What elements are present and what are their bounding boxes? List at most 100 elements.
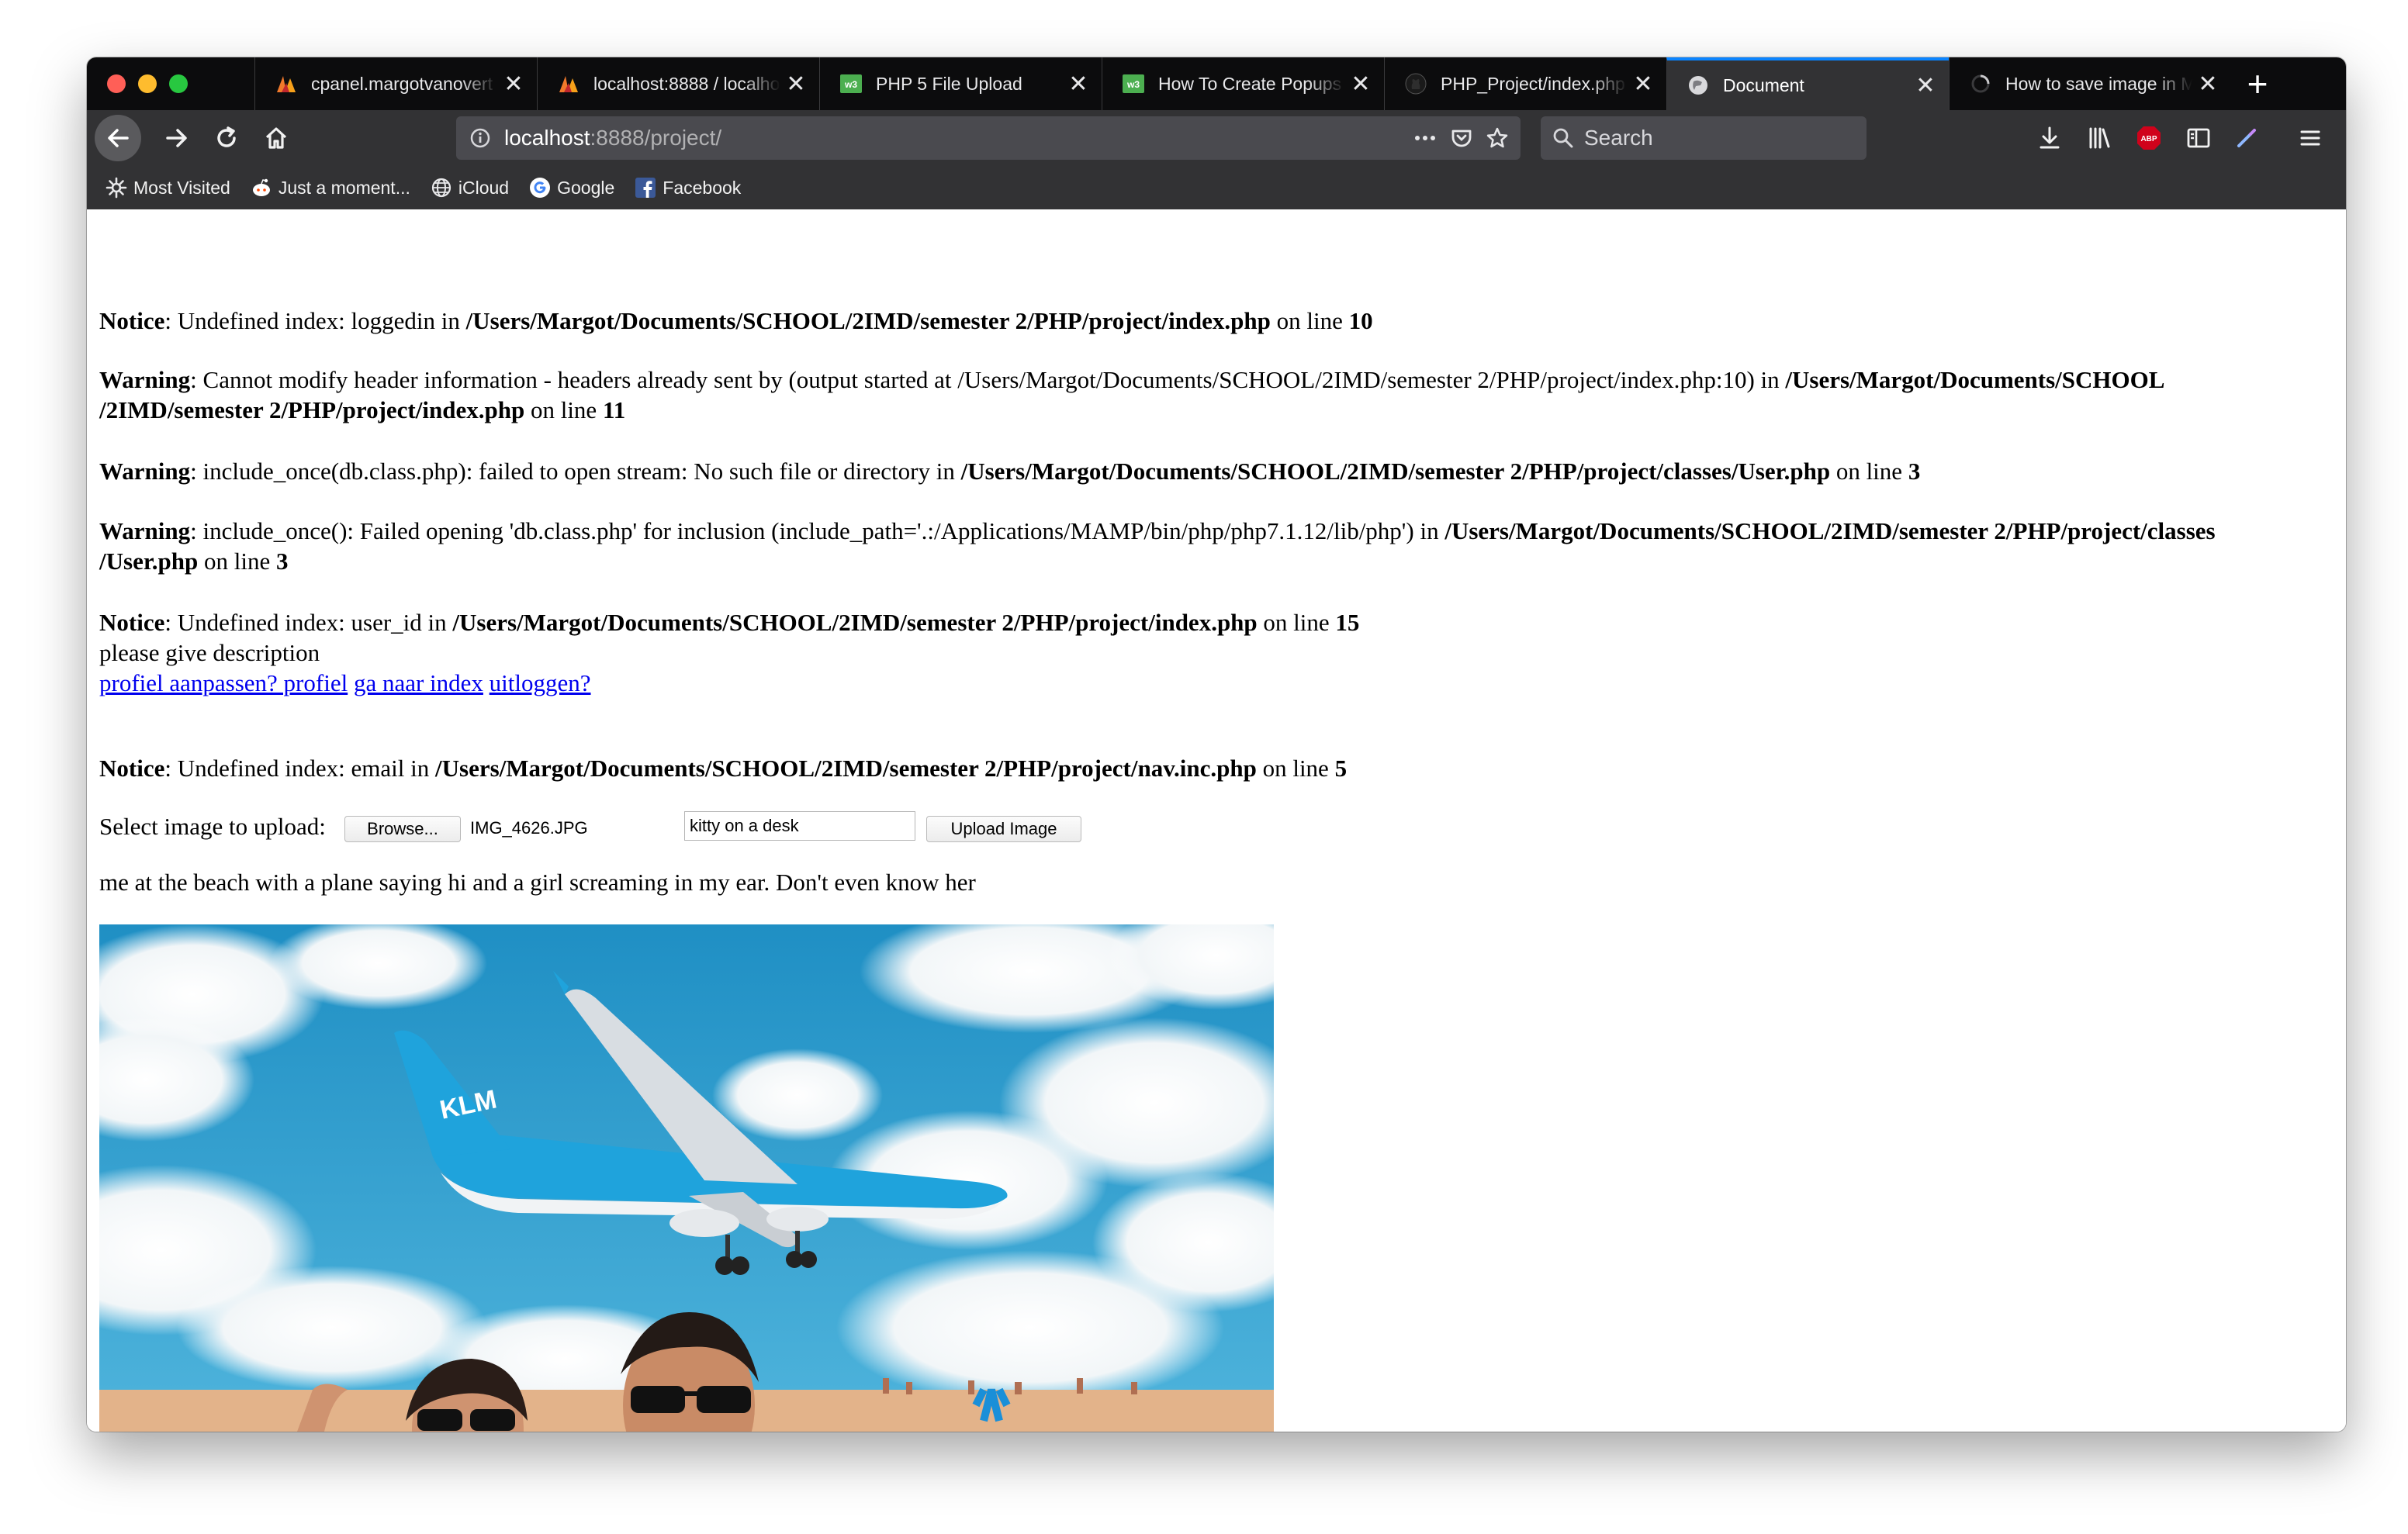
library-button[interactable] [2079, 118, 2119, 158]
adblock-icon: ABP [2137, 126, 2161, 150]
search-placeholder: Search [1584, 126, 1653, 150]
window-close-button[interactable] [107, 74, 126, 93]
tab-create-popups[interactable]: w3 How To Create Popups ✕ [1102, 57, 1384, 110]
search-icon [1552, 126, 1575, 150]
php-warning-include-path-cont: /User.php on line 3 [99, 548, 289, 575]
description-input[interactable]: kitty on a desk [684, 811, 915, 841]
bookmark-just-a-moment[interactable]: Just a moment... [251, 177, 410, 199]
eyedropper-icon [2237, 129, 2256, 147]
globe-icon [1686, 73, 1711, 98]
reload-button[interactable] [206, 118, 247, 158]
bookmark-star-icon[interactable] [1485, 126, 1510, 150]
gear-icon [106, 177, 127, 199]
window-minimize-button[interactable] [138, 74, 157, 93]
bookmark-label: Google [557, 177, 615, 198]
window-maximize-button[interactable] [169, 74, 188, 93]
page-content: Notice: Undefined index: loggedin in /Us… [87, 209, 2346, 1432]
php-notice-loggedin: Notice: Undefined index: loggedin in /Us… [99, 307, 1373, 334]
menu-button[interactable] [2290, 118, 2330, 158]
page-info-icon[interactable] [469, 126, 492, 150]
svg-text:ABP: ABP [2140, 135, 2157, 143]
facebook-icon [635, 177, 656, 199]
pocket-icon[interactable] [1449, 126, 1474, 150]
sidebar-toggle-button[interactable] [2178, 118, 2219, 158]
reddit-icon [251, 177, 272, 199]
tab-title: How to save image in MySQL [2005, 73, 2192, 94]
description-prompt: please give description [99, 639, 320, 666]
phpmyadmin-icon [556, 71, 581, 96]
w3schools-icon: w3 [1121, 71, 1146, 96]
home-button[interactable] [256, 118, 296, 158]
bookmark-label: Facebook [663, 177, 742, 198]
w3schools-icon: w3 [839, 71, 863, 96]
page-actions-icon[interactable] [1412, 126, 1438, 150]
php-notice-email: Notice: Undefined index: email in /Users… [99, 755, 1348, 782]
selected-file-name: IMG_4626.JPG [470, 818, 588, 838]
logout-link[interactable]: uitloggen? [490, 669, 591, 696]
spinner-icon [1968, 71, 1993, 96]
bookmark-label: Most Visited [133, 177, 230, 198]
tab-close-icon[interactable]: ✕ [1345, 71, 1376, 98]
back-arrow-icon [108, 129, 129, 147]
back-button[interactable] [95, 115, 141, 161]
php-notice-user-id: Notice: Undefined index: user_id in /Use… [99, 609, 1360, 636]
edit-profile-link[interactable]: profiel aanpassen? profiel [99, 669, 348, 696]
adblock-button[interactable]: ABP [2129, 118, 2169, 158]
upload-image-button[interactable]: Upload Image [926, 816, 1081, 842]
tab-save-image-mysql[interactable]: How to save image in MySQL ✕ [1949, 57, 2231, 110]
hamburger-menu-icon [2300, 130, 2320, 146]
tab-strip: cpanel.margotvanovert ✕ localhost:8888 /… [87, 57, 2346, 110]
bookmark-google[interactable]: Google [529, 177, 614, 199]
url-bar[interactable]: localhost:8888/project/ [456, 116, 1521, 160]
bookmarks-toolbar: Most Visited Just a moment... iCloud Goo… [87, 166, 2346, 209]
tab-close-icon[interactable]: ✕ [1910, 72, 1941, 99]
php-warning-include-path: Warning: include_once(): Failed opening … [99, 517, 2216, 544]
tab-title: Document [1723, 74, 1804, 95]
sidebar-icon [2187, 128, 2210, 148]
cpanel-icon [274, 71, 299, 96]
bookmark-label: Just a moment... [278, 177, 410, 198]
download-icon [2040, 126, 2060, 149]
tab-title: PHP_Project/index.php [1441, 73, 1625, 94]
go-to-index-link[interactable]: ga naar index [354, 669, 483, 696]
tab-github-index[interactable]: PHP_Project/index.php ✕ [1384, 57, 1666, 110]
bookmark-most-visited[interactable]: Most Visited [106, 177, 230, 199]
bookmark-label: iCloud [458, 177, 510, 198]
tab-document[interactable]: Document ✕ [1666, 57, 1949, 110]
color-picker-button[interactable] [2226, 118, 2267, 158]
new-tab-button[interactable]: + [2236, 64, 2279, 104]
image-caption: me at the beach with a plane saying hi a… [99, 869, 976, 896]
tab-title: How To Create Popups [1158, 73, 1342, 94]
downloads-button[interactable] [2029, 118, 2070, 158]
tab-phpmyadmin[interactable]: localhost:8888 / localhost ✕ [537, 57, 819, 110]
url-path: :8888/project/ [590, 126, 722, 150]
nav-links: profiel aanpassen? profiel ga naar index… [99, 668, 2315, 698]
php-warning-headers-cont: /2IMD/semester 2/PHP/project/index.php o… [99, 396, 626, 423]
google-icon [529, 177, 551, 199]
home-icon [265, 127, 287, 149]
tab-close-icon[interactable]: ✕ [780, 71, 811, 98]
browse-button[interactable]: Browse... [344, 816, 461, 842]
browser-window: cpanel.margotvanovert ✕ localhost:8888 /… [87, 57, 2346, 1432]
tab-title: localhost:8888 / localhost [593, 73, 780, 94]
tab-close-icon[interactable]: ✕ [2192, 71, 2223, 98]
uploaded-photo: KLM [99, 924, 1274, 1432]
tab-title: cpanel.margotvanovert [311, 73, 493, 94]
tab-php-file-upload[interactable]: w3 PHP 5 File Upload ✕ [819, 57, 1102, 110]
reload-icon [217, 126, 236, 147]
bookmark-facebook[interactable]: Facebook [635, 177, 741, 199]
forward-arrow-icon [166, 129, 187, 147]
tab-cpanel[interactable]: cpanel.margotvanovert ✕ [254, 57, 537, 110]
tab-close-icon[interactable]: ✕ [498, 71, 529, 98]
tab-close-icon[interactable]: ✕ [1063, 71, 1094, 98]
url-host: localhost [504, 126, 590, 150]
search-bar[interactable]: Search [1541, 116, 1867, 160]
nav-toolbar: localhost:8888/project/ Search ABP [87, 110, 2346, 166]
forward-button[interactable] [157, 118, 197, 158]
php-warning-headers: Warning: Cannot modify header informatio… [99, 366, 2165, 393]
svg-text:w3: w3 [844, 79, 857, 90]
tab-title: PHP 5 File Upload [876, 73, 1022, 94]
bookmark-icloud[interactable]: iCloud [431, 177, 509, 199]
tab-close-icon[interactable]: ✕ [1628, 71, 1659, 98]
php-warning-include-once: Warning: include_once(db.class.php): fai… [99, 458, 1921, 485]
